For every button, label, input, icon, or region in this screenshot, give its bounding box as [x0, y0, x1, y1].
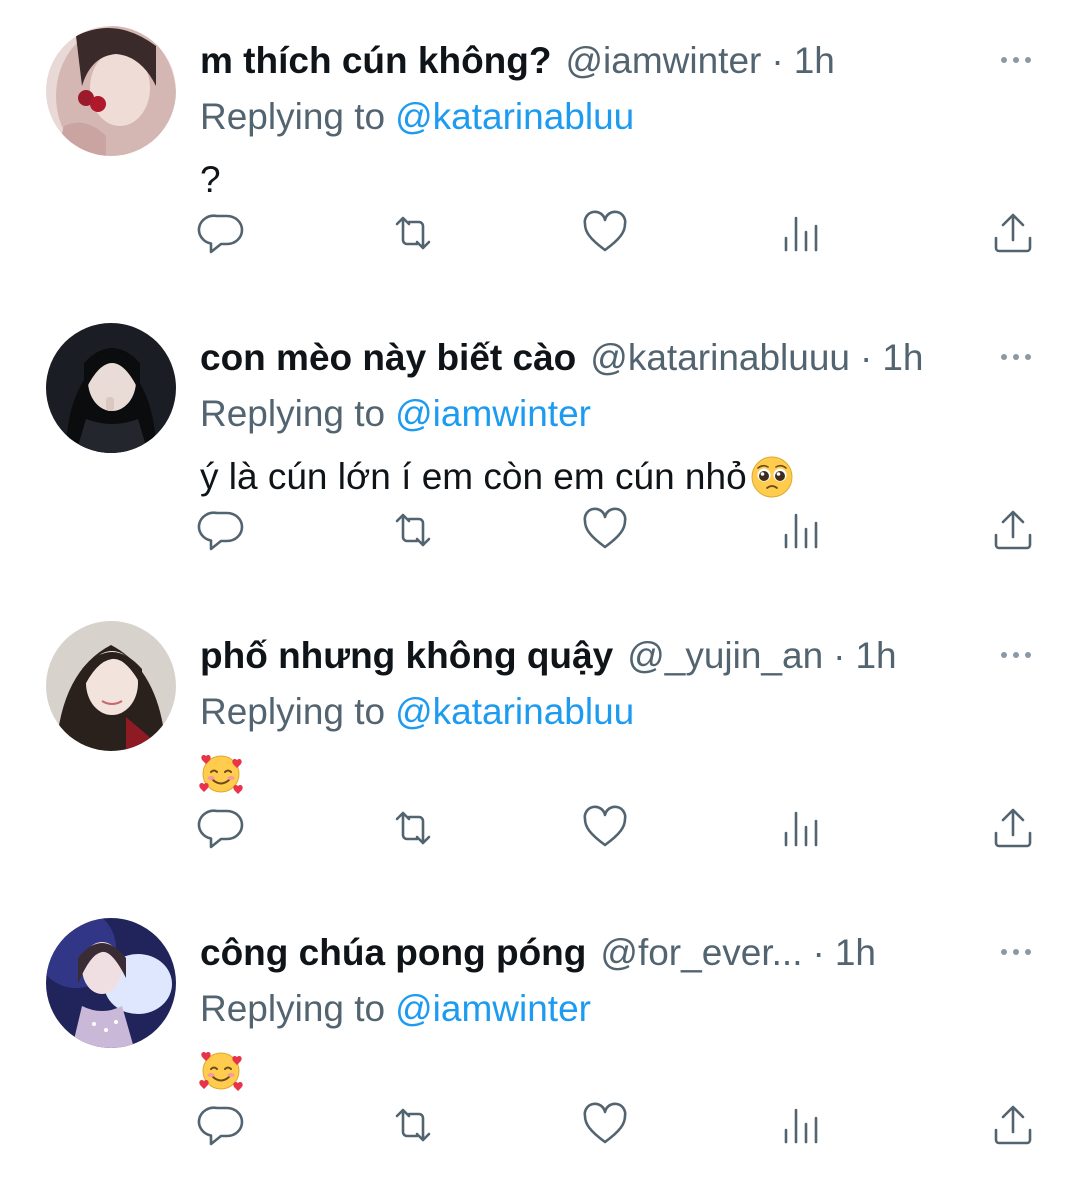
tweet-text [198, 1047, 244, 1093]
tweet-header: công chúa pong póng @for_ever... · 1h [200, 928, 990, 978]
reply-icon[interactable] [197, 1100, 247, 1150]
replying-to: Replying to @katarinabluu [200, 687, 634, 737]
tweet-text-content: ? [200, 159, 221, 200]
more-icon[interactable] [996, 932, 1036, 972]
like-icon[interactable] [580, 505, 630, 555]
retweet-icon[interactable] [388, 1100, 438, 1150]
action-bar [0, 208, 1080, 268]
replying-to-label: Replying to [200, 691, 386, 732]
more-icon[interactable] [996, 635, 1036, 675]
reply-icon[interactable] [197, 208, 247, 258]
timestamp[interactable]: 1h [882, 333, 923, 383]
display-name[interactable]: phố nhưng không quậy [200, 631, 613, 681]
mention-link[interactable]: @katarinabluu [395, 691, 634, 732]
avatar[interactable] [46, 621, 176, 751]
separator: · [812, 932, 825, 973]
reply-feed: m thích cún không? @iamwinter · 1h Reply… [0, 0, 1080, 1200]
action-bar [0, 1100, 1080, 1160]
tweet-text [198, 750, 244, 796]
share-icon[interactable] [988, 208, 1038, 258]
tweet-header: phố nhưng không quậy @_yujin_an · 1h [200, 631, 990, 681]
views-icon[interactable] [776, 803, 826, 853]
avatar[interactable] [46, 26, 176, 156]
display-name[interactable]: con mèo này biết cào [200, 333, 576, 383]
mention-link[interactable]: @iamwinter [395, 988, 591, 1029]
replying-to: Replying to @iamwinter [200, 984, 591, 1034]
more-icon[interactable] [996, 337, 1036, 377]
share-icon[interactable] [988, 803, 1038, 853]
display-name[interactable]: công chúa pong póng [200, 928, 586, 978]
retweet-icon[interactable] [388, 208, 438, 258]
user-handle[interactable]: @katarinabluuu [590, 333, 850, 383]
smiling-face-with-hearts-icon [198, 1047, 244, 1093]
tweet-text: ? [200, 155, 221, 205]
views-icon[interactable] [776, 1100, 826, 1150]
tweet-text: ý là cún lớn í em còn em cún nhỏ [200, 452, 795, 502]
mention-link[interactable]: @iamwinter [395, 393, 591, 434]
replying-to: Replying to @iamwinter [200, 389, 591, 439]
timestamp[interactable]: 1h [855, 631, 896, 681]
separator: · [833, 635, 846, 676]
user-handle[interactable]: @_yujin_an [627, 631, 823, 681]
reply-icon[interactable] [197, 505, 247, 555]
replying-to: Replying to @katarinabluu [200, 92, 634, 142]
tweet-text-content: ý là cún lớn í em còn em cún nhỏ [200, 456, 747, 497]
separator: · [771, 40, 784, 81]
views-icon[interactable] [776, 208, 826, 258]
avatar[interactable] [46, 918, 176, 1048]
replying-to-label: Replying to [200, 96, 386, 137]
separator: · [860, 337, 873, 378]
like-icon[interactable] [580, 803, 630, 853]
tweet-header: m thích cún không? @iamwinter · 1h [200, 36, 990, 86]
action-bar [0, 505, 1080, 565]
action-bar [0, 803, 1080, 863]
display-name[interactable]: m thích cún không? [200, 36, 551, 86]
more-icon[interactable] [996, 40, 1036, 80]
share-icon[interactable] [988, 505, 1038, 555]
retweet-icon[interactable] [388, 505, 438, 555]
pleading-face-icon [749, 454, 795, 500]
mention-link[interactable]: @katarinabluu [395, 96, 634, 137]
tweet-header: con mèo này biết cào @katarinabluuu · 1h [200, 333, 990, 383]
replying-to-label: Replying to [200, 988, 386, 1029]
reply-tweet[interactable]: m thích cún không? @iamwinter · 1h Reply… [0, 0, 1080, 298]
reply-icon[interactable] [197, 803, 247, 853]
user-handle[interactable]: @iamwinter [565, 36, 761, 86]
smiling-face-with-hearts-icon [198, 750, 244, 796]
avatar[interactable] [46, 323, 176, 453]
like-icon[interactable] [580, 208, 630, 258]
reply-tweet[interactable]: công chúa pong póng @for_ever... · 1h Re… [0, 892, 1080, 1190]
share-icon[interactable] [988, 1100, 1038, 1150]
reply-tweet[interactable]: con mèo này biết cào @katarinabluuu · 1h… [0, 297, 1080, 595]
retweet-icon[interactable] [388, 803, 438, 853]
views-icon[interactable] [776, 505, 826, 555]
timestamp[interactable]: 1h [835, 928, 876, 978]
timestamp[interactable]: 1h [794, 36, 835, 86]
reply-tweet[interactable]: phố nhưng không quậy @_yujin_an · 1h Rep… [0, 595, 1080, 893]
user-handle[interactable]: @for_ever... [600, 928, 802, 978]
replying-to-label: Replying to [200, 393, 386, 434]
like-icon[interactable] [580, 1100, 630, 1150]
